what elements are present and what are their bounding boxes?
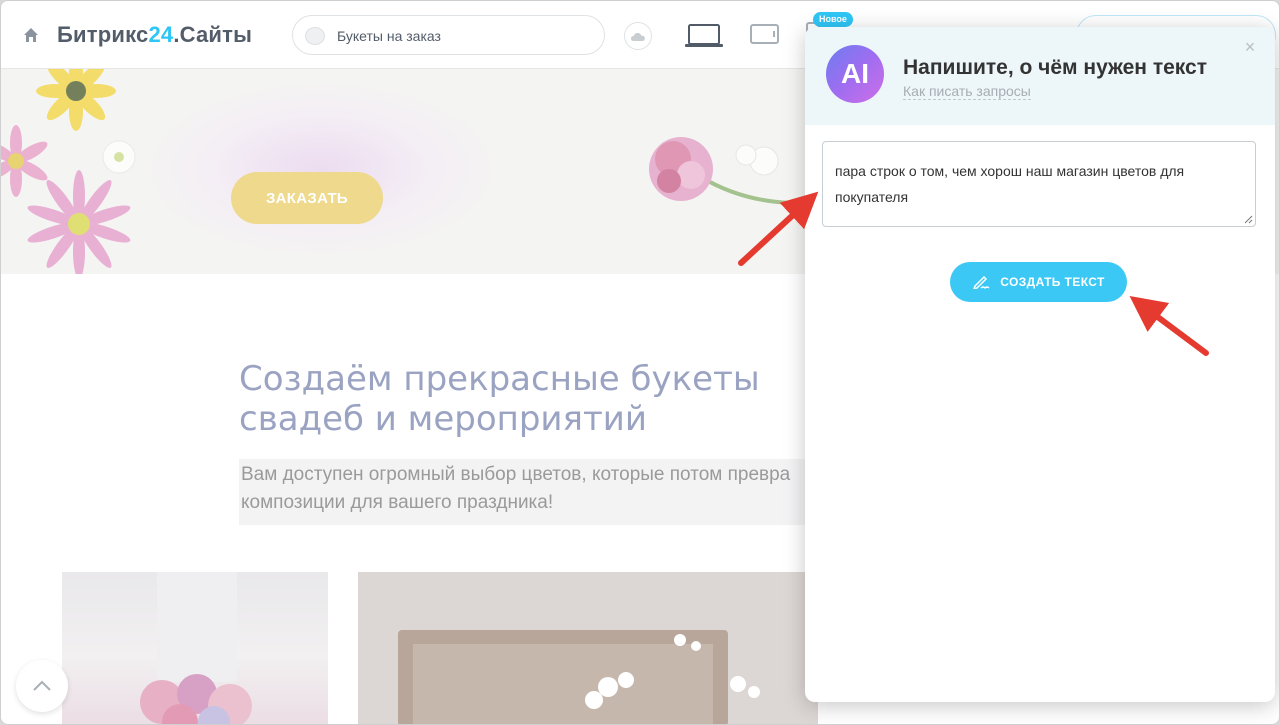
cloud-button[interactable] [624, 22, 652, 50]
help-link[interactable]: Как писать запросы [903, 83, 1031, 100]
bride-bouquet-photo [62, 572, 328, 724]
cloud-icon [631, 33, 645, 41]
brand-suffix: .Сайты [173, 22, 253, 47]
popup-title: Напишите, о чём нужен текст [903, 56, 1207, 79]
order-button[interactable]: ЗАКАЗАТЬ [231, 172, 383, 224]
bokeh-decoration [151, 84, 491, 254]
brand-logo[interactable]: Битрикс24.Сайты [57, 22, 252, 48]
bouquet-image [140, 572, 252, 724]
chevron-up-icon [33, 680, 51, 691]
page-thumbnail [305, 27, 325, 45]
brand-number: 24 [148, 22, 174, 47]
section-lead-text: Вам доступен огромный выбор цветов, кото… [239, 459, 859, 525]
resize-handle-icon[interactable] [1244, 215, 1253, 224]
flowers-right-image [649, 137, 792, 205]
close-icon[interactable]: × [1242, 38, 1258, 56]
wooden-box-image [358, 572, 818, 724]
lead-line-2: композиции для вашего праздника! [241, 492, 554, 513]
prompt-text: пара строк о том, чем хорош наш магазин … [835, 163, 1185, 205]
new-badge: Новое [813, 12, 853, 27]
app-window: Битрикс24.Сайты Букеты на заказ Новое ЗА… [0, 0, 1280, 725]
brand-name: Битрикс [57, 22, 149, 47]
lead-line-1: Вам доступен огромный выбор цветов, кото… [241, 464, 791, 485]
ai-logo-icon: AI [826, 45, 884, 103]
prompt-textarea[interactable]: пара строк о том, чем хорош наш магазин … [822, 141, 1256, 227]
home-icon[interactable] [23, 27, 39, 43]
laptop-icon[interactable] [684, 23, 724, 49]
page-name: Букеты на заказ [337, 28, 441, 44]
tablet-icon[interactable] [750, 23, 780, 47]
generate-text-label: СОЗДАТЬ ТЕКСТ [1000, 275, 1105, 289]
flowers-left-image [1, 69, 136, 274]
wooden-box-photo [358, 572, 818, 724]
scroll-up-button[interactable] [16, 660, 68, 712]
generate-text-button[interactable]: СОЗДАТЬ ТЕКСТ [950, 262, 1127, 302]
pen-icon [973, 275, 990, 289]
ai-text-popup: AI Напишите, о чём нужен текст Как писат… [805, 27, 1275, 702]
popup-header: AI Напишите, о чём нужен текст Как писат… [805, 27, 1275, 125]
page-selector[interactable]: Букеты на заказ [292, 15, 605, 55]
